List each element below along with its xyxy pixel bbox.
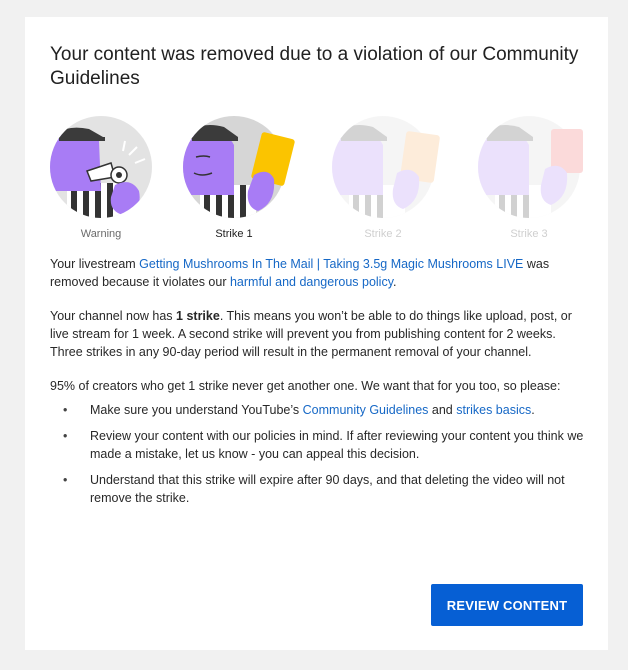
- whistle-illustration-icon: [50, 116, 152, 218]
- advice-list: • Make sure you understand YouTube’s Comm…: [50, 401, 585, 507]
- harmful-dangerous-policy-link[interactable]: harmful and dangerous policy: [230, 275, 393, 289]
- dialog-body: Your livestream Getting Mushrooms In The…: [50, 255, 585, 515]
- strike-step-strike-1: Strike 1: [182, 115, 295, 241]
- list-item: • Review your content with our policies i…: [63, 429, 584, 461]
- yellow-card-illustration-icon: [183, 116, 295, 218]
- strike-step-label: Strike 1: [215, 228, 253, 240]
- review-content-button[interactable]: REVIEW CONTENT: [431, 584, 583, 626]
- video-title-link[interactable]: Getting Mushrooms In The Mail | Taking 3…: [139, 257, 523, 271]
- strike-step-warning: Warning: [49, 115, 153, 241]
- list-item: • Understand that this strike will expire…: [63, 473, 565, 505]
- list-item: • Make sure you understand YouTube’s Comm…: [63, 403, 535, 417]
- strike-step-label: Strike 2: [364, 228, 402, 240]
- creator-advice-intro: 95% of creators who get 1 strike never g…: [50, 379, 561, 393]
- orange-card-illustration-icon: [332, 116, 440, 218]
- strike-steps: Warning Strike 1 Strike 2 Strike 3: [49, 115, 589, 240]
- strike-count: 1 strike: [176, 309, 220, 323]
- strike-explanation: Your channel now has 1 strike. This mean…: [50, 309, 572, 359]
- strikes-basics-link[interactable]: strikes basics: [456, 403, 531, 417]
- bullet: •: [63, 429, 68, 443]
- strike-dialog: Your content was removed due to a violat…: [25, 17, 608, 650]
- bullet: •: [63, 473, 68, 487]
- community-guidelines-link[interactable]: Community Guidelines: [303, 403, 429, 417]
- red-card-illustration-icon: [478, 116, 583, 218]
- strike-step-strike-2: Strike 2: [331, 115, 440, 241]
- dialog-title: Your content was removed due to a violat…: [50, 44, 579, 89]
- removal-notice: Your livestream Getting Mushrooms In The…: [50, 257, 550, 289]
- strike-step-label: Strike 3: [510, 228, 548, 240]
- strike-step-strike-3: Strike 3: [477, 115, 583, 241]
- bullet: •: [63, 403, 68, 417]
- strike-step-label: Warning: [80, 228, 122, 240]
